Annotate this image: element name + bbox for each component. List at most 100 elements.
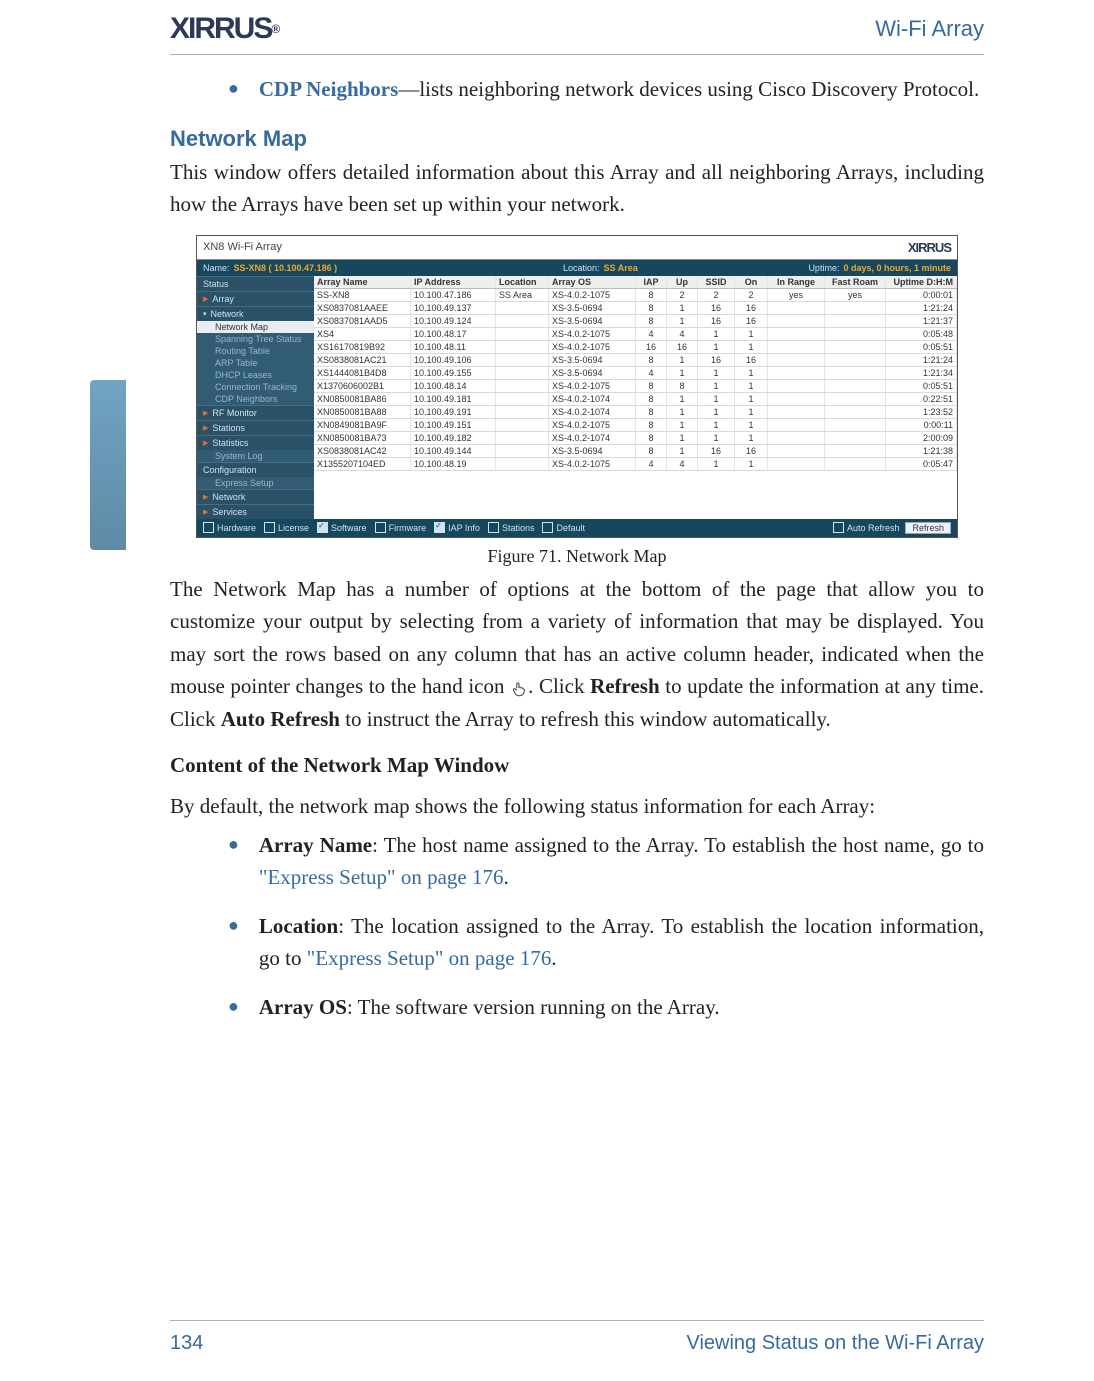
footer-checkbox[interactable]: Firmware (375, 522, 427, 533)
nav-system-log[interactable]: System Log (197, 450, 314, 462)
column-header[interactable]: Location (496, 276, 549, 288)
column-header[interactable]: IAP (636, 276, 667, 288)
table-cell: 8 (636, 393, 667, 405)
table-cell: 4 (667, 458, 698, 470)
nav-services[interactable]: ▶Services (197, 504, 314, 519)
table-row[interactable]: XS0837081AAD510.100.49.124XS-3.5-0694811… (314, 315, 957, 328)
table-row[interactable]: XN0850081BA8610.100.49.181XS-4.0.2-10748… (314, 393, 957, 406)
table-row[interactable]: XS0838081AC2110.100.49.106XS-3.5-0694811… (314, 354, 957, 367)
nav-item[interactable]: Routing Table (197, 345, 314, 357)
table-cell: 16 (735, 354, 768, 366)
table-cell (496, 458, 549, 470)
table-cell (496, 354, 549, 366)
column-header[interactable]: SSID (698, 276, 735, 288)
nav-network-cfg[interactable]: ▶Network (197, 489, 314, 504)
table-cell: 1 (735, 367, 768, 379)
table-cell: 8 (636, 445, 667, 457)
refresh-button[interactable]: Refresh (905, 522, 951, 534)
table-row[interactable]: XS410.100.48.17XS-4.0.2-107544110:05:48 (314, 328, 957, 341)
table-cell: SS Area (496, 289, 549, 301)
table-cell: 1 (667, 419, 698, 431)
nav-network[interactable]: ▾Network (197, 306, 314, 321)
nav-item[interactable]: Connection Tracking (197, 381, 314, 393)
table-cell: 10.100.49.106 (411, 354, 496, 366)
footer-checkbox[interactable]: Default (542, 522, 585, 533)
table-row[interactable]: XS0837081AAEE10.100.49.137XS-3.5-0694811… (314, 302, 957, 315)
term-refresh: Refresh (590, 674, 660, 698)
checkbox-label: Firmware (389, 523, 427, 533)
nav-express-setup[interactable]: Express Setup (197, 477, 314, 489)
cross-reference-link[interactable]: "Express Setup" on page 176 (307, 946, 552, 970)
nav-statistics[interactable]: ▶Statistics (197, 435, 314, 450)
nav-stations[interactable]: ▶Stations (197, 420, 314, 435)
table-cell: yes (768, 289, 825, 301)
table-row[interactable]: XS16170819B9210.100.48.11XS-4.0.2-107516… (314, 341, 957, 354)
table-cell (496, 302, 549, 314)
column-header[interactable]: On (735, 276, 768, 288)
table-cell: 1 (667, 354, 698, 366)
table-cell: XS-4.0.2-1075 (549, 341, 636, 353)
table-cell: 1 (698, 328, 735, 340)
table-cell (768, 328, 825, 340)
table-cell: 1:21:38 (886, 445, 957, 457)
table-row[interactable]: XN0850081BA8810.100.49.191XS-4.0.2-10748… (314, 406, 957, 419)
table-cell (496, 445, 549, 457)
table-cell: 1 (667, 302, 698, 314)
column-header[interactable]: Uptime D:H:M (886, 276, 957, 288)
column-header[interactable]: In Range (768, 276, 825, 288)
table-row[interactable]: XS0838081AC4210.100.49.144XS-3.5-0694811… (314, 445, 957, 458)
table-row[interactable]: X1370606002B110.100.48.14XS-4.0.2-107588… (314, 380, 957, 393)
bullet-dot-icon: ● (228, 911, 239, 974)
table-cell: 1 (698, 341, 735, 353)
shot-name-value: SS-XN8 ( 10.100.47.186 ) (234, 263, 338, 273)
table-row[interactable]: XN0850081BA7310.100.49.182XS-4.0.2-10748… (314, 432, 957, 445)
footer-checkbox[interactable]: Stations (488, 522, 535, 533)
table-row[interactable]: X1355207104ED10.100.48.19XS-4.0.2-107544… (314, 458, 957, 471)
nav-item[interactable]: CDP Neighbors (197, 393, 314, 405)
shot-footer: Hardware License Software Firmware IAP Info S… (197, 519, 957, 537)
nav-rf-monitor[interactable]: ▶RF Monitor (197, 405, 314, 420)
footer-checkbox[interactable]: License (264, 522, 309, 533)
footer-section-title: Viewing Status on the Wi-Fi Array (686, 1332, 984, 1355)
nav-status[interactable]: Status (197, 276, 314, 291)
nav-configuration[interactable]: Configuration (197, 462, 314, 477)
column-header[interactable]: Up (667, 276, 698, 288)
table-cell (496, 393, 549, 405)
table-cell: 8 (636, 302, 667, 314)
nav-item[interactable]: ARP Table (197, 357, 314, 369)
logo-text: XIRRUS (170, 12, 271, 46)
table-cell (768, 458, 825, 470)
column-header[interactable]: Array OS (549, 276, 636, 288)
footer-checkbox[interactable]: Software (317, 522, 367, 533)
table-cell (825, 458, 886, 470)
nav-item[interactable]: DHCP Leases (197, 369, 314, 381)
table-cell: 4 (636, 367, 667, 379)
table-cell: 8 (636, 315, 667, 327)
bullet-dot-icon: ● (228, 74, 239, 106)
list-item: ●Array OS: The software version running … (228, 992, 984, 1024)
nav-item[interactable]: Spanning Tree Status (197, 333, 314, 345)
footer-checkbox[interactable]: IAP Info (434, 522, 480, 533)
link-cdp-neighbors[interactable]: CDP Neighbors (259, 77, 398, 101)
nav-item[interactable]: Network Map (197, 321, 314, 333)
checkbox-icon (317, 522, 328, 533)
table-cell: SS-XN8 (314, 289, 411, 301)
column-header[interactable]: Array Name (314, 276, 411, 288)
table-cell (768, 354, 825, 366)
cross-reference-link[interactable]: "Express Setup" on page 176 (259, 865, 504, 889)
nav-array[interactable]: ▶Array (197, 291, 314, 306)
table-row[interactable]: XS1444081B4D810.100.49.155XS-3.5-0694411… (314, 367, 957, 380)
footer-checkbox[interactable]: Hardware (203, 522, 256, 533)
table-cell: XS-3.5-0694 (549, 367, 636, 379)
column-header[interactable]: Fast Roam (825, 276, 886, 288)
table-cell: 10.100.49.182 (411, 432, 496, 444)
table-cell: 8 (636, 380, 667, 392)
table-row[interactable]: SS-XN810.100.47.186SS AreaXS-4.0.2-10758… (314, 289, 957, 302)
bullet-text: : The host name assigned to the Array. T… (372, 833, 984, 857)
column-header[interactable]: IP Address (411, 276, 496, 288)
auto-refresh-checkbox[interactable]: Auto Refresh (833, 522, 900, 533)
table-cell: 1 (667, 315, 698, 327)
bullet-text: : The software version running on the Ar… (347, 995, 720, 1019)
table-row[interactable]: XN0849081BA9F10.100.49.151XS-4.0.2-10758… (314, 419, 957, 432)
list-item: ●Array Name: The host name assigned to t… (228, 830, 984, 893)
